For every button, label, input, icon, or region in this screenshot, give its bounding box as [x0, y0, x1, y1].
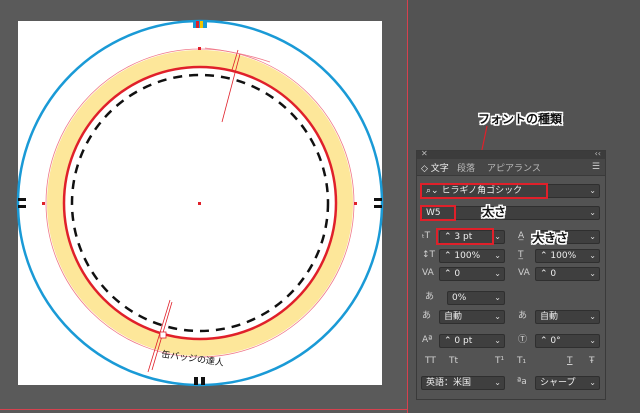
tab-paragraph[interactable]: 段落 — [457, 161, 475, 174]
aki-left-select[interactable]: 自動 ⌄ — [439, 310, 505, 324]
underline-button[interactable]: T — [567, 355, 573, 367]
stepper-icon: ⌃ — [444, 251, 455, 261]
aki-left-icon: あ — [422, 311, 432, 321]
chevron-down-icon: ⌄ — [589, 186, 596, 195]
highlight-font-family — [420, 183, 548, 199]
chevron-down-icon: ⌄ — [494, 232, 501, 241]
tracking-icon: VA — [518, 268, 530, 278]
collapse-icon[interactable]: ‹‹ — [595, 149, 601, 158]
chevron-down-icon: ⌄ — [494, 336, 501, 345]
chevron-down-icon: ⌄ — [589, 232, 596, 241]
stepper-icon: ⌃ — [540, 269, 551, 279]
font-size-icon: ₜT — [422, 231, 431, 241]
antialias-select[interactable]: シャープ ⌄ — [535, 376, 600, 390]
callout-weight: 太さ — [482, 205, 507, 219]
panel-tabs: ◇ 文字 段落 アピアランス ☰ — [417, 159, 605, 176]
horizontal-scale-icon: T̲ — [518, 250, 524, 260]
panel-titlebar[interactable]: ✕ ‹‹ — [417, 149, 605, 159]
tsume-icon: あ — [425, 292, 435, 302]
leading-icon: A̲ — [518, 231, 525, 241]
chevron-down-icon: ⌄ — [494, 251, 501, 260]
tsume-field[interactable]: 0% ⌄ — [447, 291, 505, 305]
rotation-icon: Ⓣ — [518, 335, 528, 345]
chevron-down-icon: ⌄ — [494, 312, 501, 321]
vertical-scale-field[interactable]: ⌃ 100% ⌄ — [439, 249, 505, 263]
all-caps-button[interactable]: TT — [425, 355, 436, 367]
chevron-down-icon: ⌄ — [589, 378, 596, 387]
subscript-button[interactable]: T₁ — [517, 355, 526, 367]
chevron-down-icon: ⌄ — [589, 336, 596, 345]
tracking-field[interactable]: ⌃ 0 ⌄ — [535, 267, 600, 281]
baseline-shift-icon: Aª — [422, 335, 433, 345]
chevron-down-icon: ⌄ — [589, 312, 596, 321]
stepper-icon: ⌃ — [540, 251, 551, 261]
rotation-field[interactable]: ⌃ 0° ⌄ — [535, 334, 600, 348]
chevron-down-icon: ⌄ — [589, 251, 596, 260]
stepper-icon: ⌃ — [444, 269, 455, 279]
strikethrough-button[interactable]: Ŧ — [589, 355, 595, 367]
tab-appearance[interactable]: アピアランス — [487, 161, 541, 174]
character-panel: ✕ ‹‹ ◇ 文字 段落 アピアランス ☰ ⌕⌄ ヒラギノ角ゴシック ⌄ W5 … — [416, 149, 606, 400]
kerning-field[interactable]: ⌃ 0 ⌄ — [439, 267, 505, 281]
chevron-down-icon: ⌄ — [589, 208, 596, 217]
close-icon[interactable]: ✕ — [421, 149, 428, 158]
language-select[interactable]: 英語：米国 ⌄ — [421, 376, 505, 390]
chevron-down-icon: ⌄ — [494, 293, 501, 302]
superscript-button[interactable]: T¹ — [495, 355, 504, 367]
chevron-down-icon: ⌄ — [589, 269, 596, 278]
panel-menu-icon[interactable]: ☰ — [592, 162, 600, 172]
horizontal-scale-field[interactable]: ⌃ 100% ⌄ — [535, 249, 600, 263]
antialias-icon: ªa — [517, 377, 527, 387]
stepper-icon: ⌃ — [540, 336, 551, 346]
vertical-scale-icon: ↕T — [422, 250, 436, 260]
highlight-font-size — [436, 228, 494, 245]
aki-right-icon: あ — [518, 311, 528, 321]
aki-right-select[interactable]: 自動 ⌄ — [535, 310, 600, 324]
callout-size: 大きさ — [532, 231, 569, 245]
chevron-down-icon: ⌄ — [494, 378, 501, 387]
baseline-shift-field[interactable]: ⌃ 0 pt ⌄ — [439, 334, 505, 348]
tab-character[interactable]: ◇ 文字 — [421, 161, 449, 174]
kerning-icon: VA — [422, 268, 434, 278]
chevron-down-icon: ⌄ — [494, 269, 501, 278]
small-caps-button[interactable]: Tt — [449, 355, 458, 367]
highlight-font-style — [420, 205, 456, 221]
stepper-icon: ⌃ — [444, 336, 455, 346]
